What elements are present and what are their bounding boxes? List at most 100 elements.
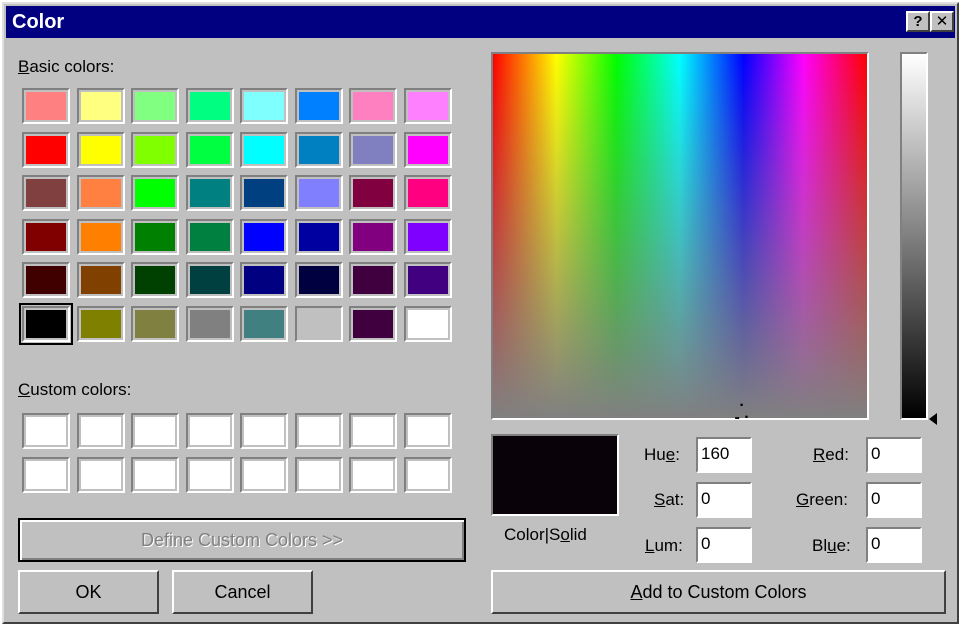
basic-color-swatch[interactable] [294,262,343,298]
triangle-left-icon[interactable] [929,413,937,425]
custom-color-swatch[interactable] [22,456,70,493]
swatch-fill [407,222,448,251]
custom-color-swatch[interactable] [76,456,125,493]
basic-color-swatch[interactable] [349,305,397,342]
custom-color-swatch[interactable] [185,456,234,493]
basic-color-swatch[interactable] [403,218,452,255]
help-button[interactable]: ? [906,11,930,32]
close-button[interactable]: ✕ [930,11,954,32]
green-field[interactable]: 0 [866,482,922,518]
custom-color-swatch[interactable] [349,456,397,493]
custom-color-swatch[interactable] [131,456,179,493]
cancel-button[interactable]: Cancel [172,570,313,614]
basic-color-swatch[interactable] [22,88,70,124]
basic-color-swatch[interactable] [349,175,397,211]
crosshair-icon[interactable]: · - · [730,398,754,426]
custom-color-swatch[interactable] [240,456,288,493]
sat-field[interactable]: 0 [696,482,752,518]
swatch-fill [26,179,66,207]
swatch-fill [244,309,284,338]
basic-color-swatch[interactable] [185,305,234,342]
basic-color-swatch[interactable] [403,305,452,342]
basic-color-swatch[interactable] [240,175,288,211]
basic-color-swatch[interactable] [240,218,288,255]
title-bar[interactable]: Color ? ✕ [6,6,955,38]
basic-color-swatch[interactable] [76,175,125,211]
basic-color-swatch[interactable] [349,218,397,255]
basic-color-swatch[interactable] [294,305,343,342]
basic-color-swatch[interactable] [403,131,452,168]
swatch-fill [189,266,230,294]
green-label: Green: [796,490,848,509]
swatch-fill [189,460,230,489]
basic-color-swatch[interactable] [22,218,70,255]
swatch-fill [26,417,66,445]
custom-color-swatch[interactable] [185,413,234,449]
basic-color-swatch[interactable] [349,88,397,124]
add-to-custom-colors-button[interactable]: Add to Custom Colors [491,570,946,614]
blue-field[interactable]: 0 [866,527,922,563]
custom-color-swatch[interactable] [76,413,125,449]
custom-color-swatch[interactable] [294,456,343,493]
custom-color-swatch[interactable] [294,413,343,449]
basic-color-swatch[interactable] [22,175,70,211]
swatch-fill [135,179,175,207]
swatch-fill [135,417,175,445]
ok-button[interactable]: OK [18,570,159,614]
basic-color-swatch[interactable] [403,262,452,298]
swatch-fill [244,266,284,294]
basic-color-swatch[interactable] [294,218,343,255]
basic-color-swatch[interactable] [240,262,288,298]
basic-color-swatch[interactable] [294,131,343,168]
basic-color-swatch[interactable] [22,262,70,298]
swatch-fill [407,266,448,294]
basic-color-swatch[interactable] [185,131,234,168]
basic-color-swatch[interactable] [185,88,234,124]
define-custom-colors-button[interactable]: Define Custom Colors >> [18,518,466,562]
lum-field[interactable]: 0 [696,527,752,563]
basic-color-swatch[interactable] [76,88,125,124]
basic-color-swatch[interactable] [403,175,452,211]
basic-color-swatch[interactable] [22,131,70,168]
basic-color-swatch[interactable] [294,88,343,124]
custom-color-swatch[interactable] [22,413,70,449]
swatch-fill [244,92,284,120]
swatch-fill [80,309,121,338]
custom-color-swatch[interactable] [349,413,397,449]
swatch-fill [26,460,66,489]
basic-color-swatch[interactable] [185,218,234,255]
custom-color-swatch[interactable] [403,413,452,449]
basic-color-swatch[interactable] [131,218,179,255]
basic-color-swatch[interactable] [131,88,179,124]
basic-color-swatch[interactable] [349,131,397,168]
basic-color-swatch[interactable] [76,305,125,342]
basic-color-swatch[interactable] [240,88,288,124]
basic-color-swatch[interactable] [185,175,234,211]
swatch-fill [80,460,121,489]
basic-color-swatch[interactable] [76,262,125,298]
red-field[interactable]: 0 [866,437,922,473]
basic-color-swatch[interactable] [294,175,343,211]
color-spectrum[interactable] [491,52,869,420]
swatch-fill [353,222,393,251]
hue-field[interactable]: 160 [696,437,752,473]
luminance-slider[interactable] [900,52,928,420]
basic-color-swatch[interactable] [131,262,179,298]
basic-color-swatch[interactable] [185,262,234,298]
custom-color-swatch[interactable] [240,413,288,449]
basic-color-swatch[interactable] [131,131,179,168]
custom-color-swatch[interactable] [403,456,452,493]
basic-color-swatch[interactable] [403,88,452,124]
custom-color-swatch[interactable] [131,413,179,449]
basic-color-swatch[interactable] [76,131,125,168]
swatch-fill [298,179,339,207]
basic-color-swatch[interactable] [19,302,73,345]
basic-color-swatch[interactable] [240,305,288,342]
basic-color-swatch[interactable] [76,218,125,255]
swatch-fill [353,179,393,207]
basic-color-swatch[interactable] [349,262,397,298]
basic-color-swatch[interactable] [131,175,179,211]
basic-color-swatch[interactable] [240,131,288,168]
basic-color-swatch[interactable] [131,305,179,342]
lum-label: Lum: [645,536,683,555]
